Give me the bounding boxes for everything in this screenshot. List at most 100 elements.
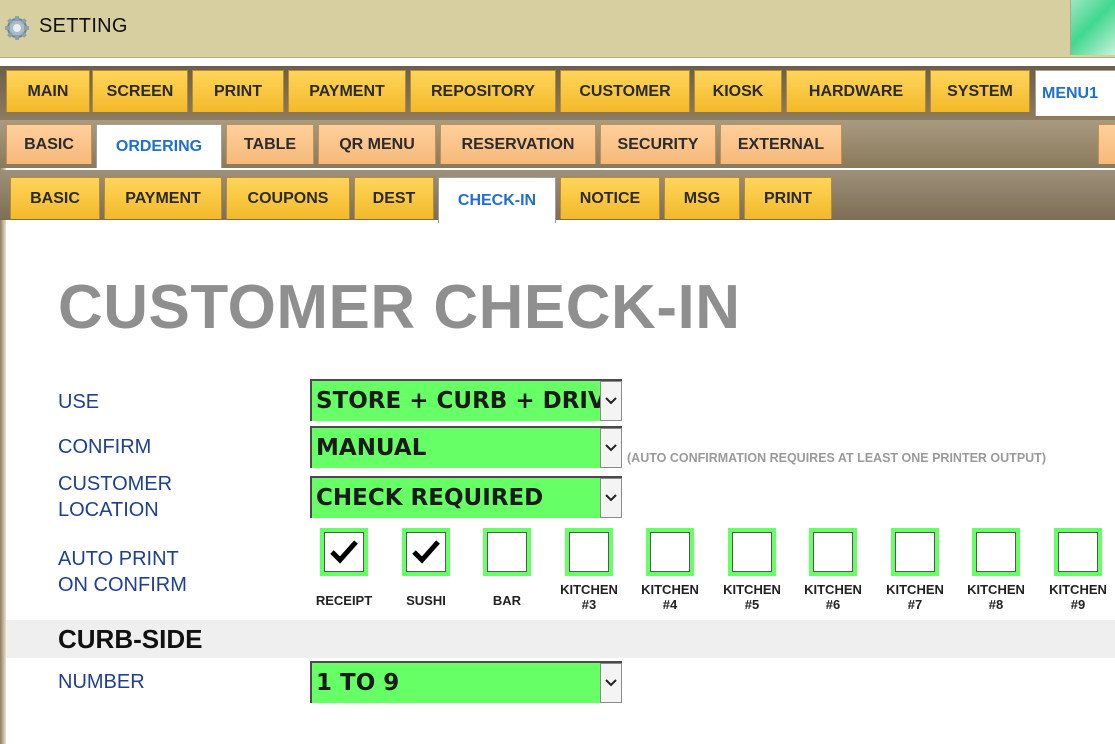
option-label-line1: KITCHEN [967, 582, 1025, 597]
subtab-overflow[interactable] [1098, 124, 1115, 164]
use-label: USE [58, 391, 100, 413]
auto-print-option-label: KITCHEN #9 [1038, 582, 1115, 612]
auto-print-option-label: KITCHEN #7 [875, 582, 955, 612]
location-select[interactable]: CHECK REQUIRED [310, 476, 622, 518]
option-label-line2: #4 [662, 597, 678, 612]
auto-print-checkbox[interactable] [320, 528, 368, 576]
option-label-line2: #6 [825, 597, 841, 612]
tab-screen[interactable]: SCREEN [92, 70, 188, 112]
location-select-value: CHECK REQUIRED [316, 485, 544, 511]
option-label-line2: #5 [744, 597, 760, 612]
window-corner-button[interactable] [1070, 0, 1115, 55]
tab-customer[interactable]: CUSTOMER [560, 70, 690, 112]
subtab-reservation[interactable]: RESERVATION [440, 124, 596, 164]
option-label-line1: KITCHEN [641, 582, 699, 597]
confirm-select[interactable]: MANUAL [310, 426, 622, 468]
location-label-line1: CUSTOMER [58, 473, 173, 495]
auto-print-option-label: KITCHEN #5 [712, 582, 792, 612]
auto-print-checkbox[interactable] [565, 528, 613, 576]
subtab-basic[interactable]: BASIC [6, 124, 92, 164]
subtab2-basic[interactable]: BASIC [10, 177, 100, 219]
confirm-select-value: MANUAL [316, 435, 427, 461]
checkbox-box [813, 532, 853, 572]
checkbox-box [569, 532, 609, 572]
auto-print-option-label: KITCHEN #8 [956, 582, 1036, 612]
chevron-down-icon[interactable] [600, 428, 622, 468]
checkmark-icon [412, 540, 440, 564]
auto-print-checkbox[interactable] [483, 528, 531, 576]
option-label-line1: KITCHEN [804, 582, 862, 597]
subtab2-coupons[interactable]: COUPONS [226, 177, 350, 219]
subtab-table[interactable]: TABLE [226, 124, 314, 164]
curbside-title: CURB-SIDE [58, 624, 203, 654]
option-label-line2: #8 [988, 597, 1004, 612]
tab-hardware[interactable]: HARDWARE [786, 70, 926, 112]
subtab2-print[interactable]: PRINT [744, 177, 832, 219]
auto-print-checkbox[interactable] [809, 528, 857, 576]
number-select-value: 1 TO 9 [316, 670, 400, 696]
main-tab-bar: MAIN SCREEN PRINT PAYMENT REPOSITORY CUS… [0, 66, 1115, 120]
auto-print-checkbox[interactable] [646, 528, 694, 576]
option-label-line1: KITCHEN [886, 582, 944, 597]
auto-print-label-line1: AUTO PRINT [58, 548, 179, 570]
checkbox-box [1058, 532, 1098, 572]
option-label-line1: KITCHEN [560, 582, 618, 597]
confirm-note: (AUTO CONFIRMATION REQUIRES AT LEAST ONE… [627, 451, 1046, 465]
auto-print-option-label: KITCHEN #3 [549, 582, 629, 612]
location-label: CUSTOMER LOCATION [58, 471, 172, 523]
auto-print-option-label: BAR [467, 593, 547, 608]
option-label-line1: RECEIPT [315, 593, 373, 608]
auto-print-option-label: KITCHEN #6 [793, 582, 873, 612]
ordering-tab-bar: BASIC ORDERING TABLE QR MENU RESERVATION… [0, 120, 1115, 168]
tab-system[interactable]: SYSTEM [930, 70, 1030, 112]
option-label-line1: KITCHEN [1049, 582, 1107, 597]
chevron-down-icon[interactable] [600, 381, 622, 421]
auto-print-checkbox[interactable] [891, 528, 939, 576]
checkbox-box [406, 532, 446, 572]
checkmark-icon [330, 540, 358, 564]
number-select[interactable]: 1 TO 9 [310, 661, 622, 703]
gear-icon [5, 16, 29, 40]
subtab2-payment[interactable]: PAYMENT [104, 177, 222, 219]
subtab-security[interactable]: SECURITY [600, 124, 716, 164]
auto-print-option-label: KITCHEN #4 [630, 582, 710, 612]
auto-print-option-label: RECEIPT [304, 593, 384, 608]
tab-main[interactable]: MAIN [6, 70, 90, 112]
auto-print-checkbox[interactable] [972, 528, 1020, 576]
number-label: NUMBER [58, 671, 145, 693]
use-select[interactable]: STORE + CURB + DRIVE [310, 379, 622, 421]
use-select-value: STORE + CURB + DRIVE [316, 388, 622, 414]
auto-print-checkbox[interactable] [402, 528, 450, 576]
page-title: CUSTOMER CHECK-IN [58, 273, 741, 342]
chevron-down-icon[interactable] [600, 478, 622, 518]
tab-print[interactable]: PRINT [192, 70, 284, 112]
subtab2-check-in[interactable]: CHECK-IN [438, 177, 556, 223]
chevron-down-icon[interactable] [600, 663, 622, 703]
auto-print-label: AUTO PRINT ON CONFIRM [58, 546, 187, 598]
checkin-tab-bar: BASIC PAYMENT COUPONS DEST CHECK-IN NOTI… [0, 170, 1115, 223]
subtab-external[interactable]: EXTERNAL [720, 124, 842, 164]
option-label-line1: SUSHI [406, 593, 446, 608]
auto-print-option-label: SUSHI [386, 593, 466, 608]
window-title: SETTING [39, 15, 128, 37]
tab-menu1[interactable]: MENU1 [1035, 70, 1115, 116]
checkbox-box [650, 532, 690, 572]
auto-print-checkbox[interactable] [1054, 528, 1102, 576]
option-label-line1: BAR [492, 593, 522, 608]
checkbox-box [976, 532, 1016, 572]
subtab2-notice[interactable]: NOTICE [560, 177, 660, 219]
auto-print-label-line2: ON CONFIRM [58, 574, 187, 596]
tab-payment[interactable]: PAYMENT [288, 70, 406, 112]
subtab2-msg[interactable]: MSG [664, 177, 740, 219]
subtab2-dest[interactable]: DEST [354, 177, 434, 219]
tab-repository[interactable]: REPOSITORY [410, 70, 556, 112]
option-label-line2: #7 [907, 597, 923, 612]
option-label-line1: KITCHEN [723, 582, 781, 597]
tab-kiosk[interactable]: KIOSK [694, 70, 782, 112]
option-label-line2: #9 [1070, 597, 1086, 612]
title-bar: SETTING [0, 0, 1115, 58]
subtab-qr-menu[interactable]: QR MENU [318, 124, 436, 164]
auto-print-checkbox[interactable] [728, 528, 776, 576]
subtab-ordering[interactable]: ORDERING [96, 124, 222, 168]
checkbox-box [895, 532, 935, 572]
